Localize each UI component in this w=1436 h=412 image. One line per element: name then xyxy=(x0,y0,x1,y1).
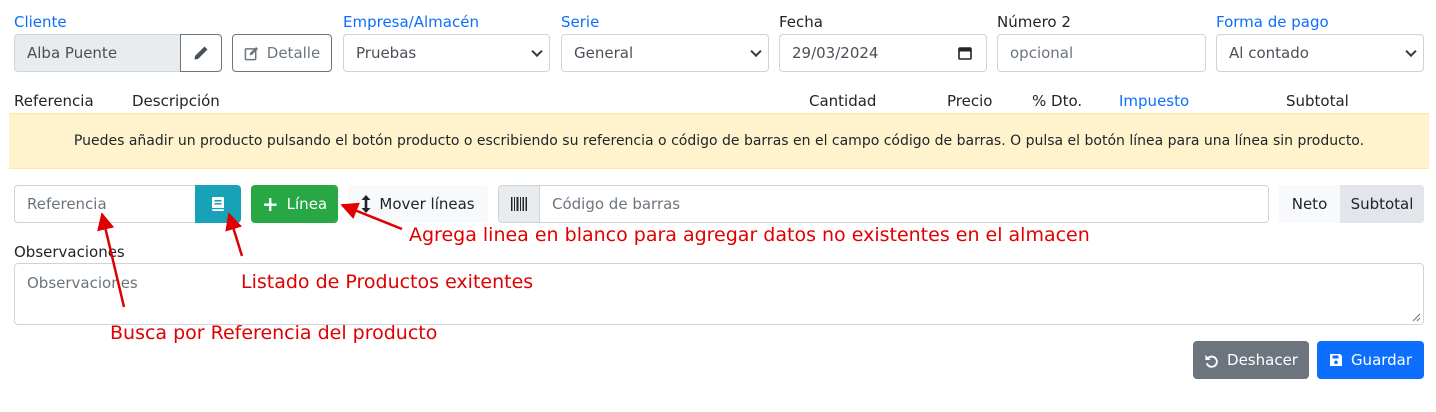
edit-cliente-button[interactable] xyxy=(180,34,222,72)
forma-pago-value: Al contado xyxy=(1229,44,1309,62)
deshacer-button[interactable]: Deshacer xyxy=(1193,341,1309,379)
referencia-input[interactable]: Referencia xyxy=(14,185,196,223)
cliente-field[interactable]: Alba Puente xyxy=(14,34,181,72)
chevron-down-icon xyxy=(531,45,543,58)
linea-label: Línea xyxy=(286,195,328,213)
book-icon xyxy=(212,197,224,211)
col-precio: Precio xyxy=(947,92,993,110)
empresa-value: Pruebas xyxy=(356,44,417,62)
empresa-label: Empresa/Almacén xyxy=(343,13,479,31)
numero2-placeholder: opcional xyxy=(1010,44,1074,62)
forma-pago-label: Forma de pago xyxy=(1216,13,1329,31)
col-cantidad: Cantidad xyxy=(809,92,877,110)
guardar-label: Guardar xyxy=(1350,351,1413,369)
annotation-busca: Busca por Referencia del producto xyxy=(110,322,438,344)
deshacer-label: Deshacer xyxy=(1227,351,1298,369)
undo-icon xyxy=(1205,354,1218,368)
chevron-down-icon xyxy=(1405,45,1417,58)
mover-lineas-button[interactable]: Mover líneas xyxy=(348,185,488,223)
numero2-input[interactable]: opcional xyxy=(997,34,1206,72)
plus-icon: + xyxy=(261,192,279,216)
subtotal-toggle[interactable]: Subtotal xyxy=(1340,185,1424,223)
referencia-placeholder: Referencia xyxy=(27,195,107,213)
productos-button[interactable] xyxy=(195,185,241,223)
annotation-agrega: Agrega linea en blanco para agregar dato… xyxy=(409,224,1090,246)
col-subtotal: Subtotal xyxy=(1286,92,1349,110)
serie-value: General xyxy=(574,44,634,62)
arrows-vertical-icon xyxy=(361,195,371,213)
cliente-value: Alba Puente xyxy=(27,44,118,62)
guardar-button[interactable]: Guardar xyxy=(1317,341,1424,379)
barcode-addon xyxy=(498,185,540,223)
fecha-value: 29/03/2024 xyxy=(792,44,879,62)
detalle-label: Detalle xyxy=(266,44,321,62)
save-icon xyxy=(1329,354,1342,366)
col-descripcion: Descripción xyxy=(132,92,220,110)
annotation-listado: Listado de Productos exitentes xyxy=(241,271,534,293)
alert-text: Puedes añadir un producto pulsando el bo… xyxy=(73,133,1365,149)
neto-label: Neto xyxy=(1291,195,1328,213)
detalle-button[interactable]: Detalle xyxy=(232,34,332,72)
serie-select[interactable]: General xyxy=(561,34,769,72)
cliente-label: Cliente xyxy=(14,13,67,31)
barcode-icon xyxy=(511,197,527,211)
fecha-input[interactable]: 29/03/2024 xyxy=(779,34,987,72)
info-alert: Puedes añadir un producto pulsando el bo… xyxy=(9,113,1429,169)
subtotal-label: Subtotal xyxy=(1350,195,1414,213)
serie-label: Serie xyxy=(561,13,600,31)
edit-square-icon xyxy=(244,46,258,60)
numero2-label: Número 2 xyxy=(997,13,1071,31)
barcode-placeholder: Código de barras xyxy=(552,195,681,213)
observaciones-label: Observaciones xyxy=(14,243,125,261)
col-dto: % Dto. xyxy=(1032,92,1083,110)
add-linea-button[interactable]: + Línea xyxy=(251,185,338,223)
col-referencia: Referencia xyxy=(14,92,94,110)
col-impuesto[interactable]: Impuesto xyxy=(1119,92,1189,110)
empresa-select[interactable]: Pruebas xyxy=(343,34,550,72)
barcode-input[interactable]: Código de barras xyxy=(539,185,1269,223)
fecha-label: Fecha xyxy=(779,13,823,31)
observaciones-textarea[interactable]: Observaciones xyxy=(14,263,1424,325)
mover-label: Mover líneas xyxy=(379,195,475,213)
neto-toggle[interactable]: Neto xyxy=(1279,185,1340,223)
calendar-icon xyxy=(958,47,972,60)
forma-pago-select[interactable]: Al contado xyxy=(1216,34,1424,72)
resize-handle-icon[interactable] xyxy=(1412,313,1421,322)
chevron-down-icon xyxy=(750,45,762,58)
observaciones-placeholder: Observaciones xyxy=(27,274,138,292)
pencil-icon xyxy=(194,46,208,60)
